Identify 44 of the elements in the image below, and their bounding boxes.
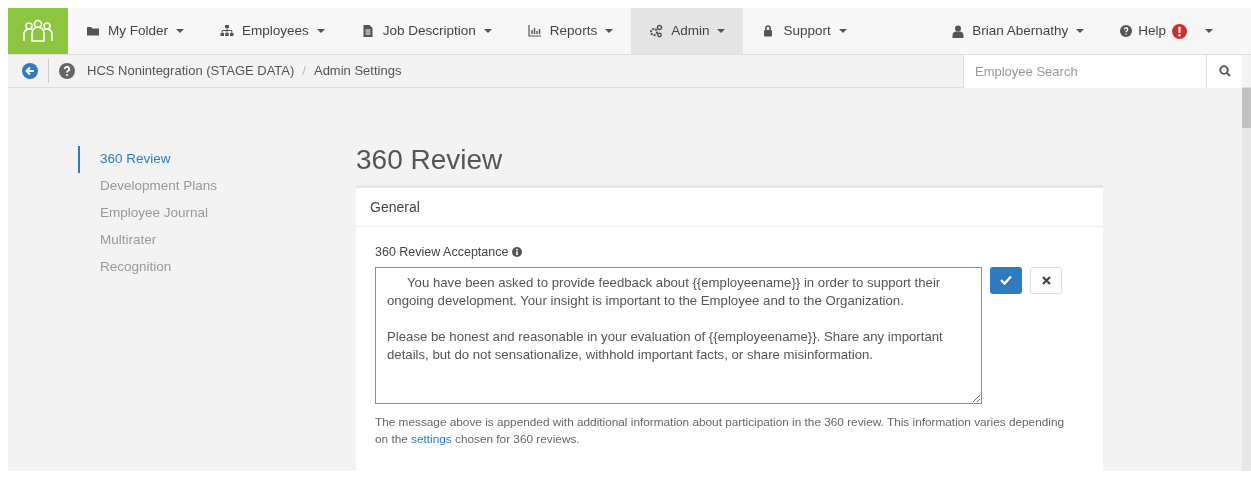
- folder-icon: [86, 24, 100, 38]
- scrollbar[interactable]: [1242, 88, 1251, 471]
- employee-search-field[interactable]: Employee Search: [963, 54, 1206, 88]
- search-icon: [1218, 65, 1231, 77]
- help-icon[interactable]: [59, 63, 75, 79]
- people-icon: [22, 19, 54, 43]
- info-icon: [512, 247, 523, 258]
- close-icon: [1041, 275, 1051, 285]
- sidebar-item[interactable]: 360 Review: [78, 146, 356, 173]
- caret-icon: [1076, 29, 1085, 33]
- help-icon: [1120, 25, 1133, 37]
- caret-icon: [1205, 29, 1213, 33]
- message-textarea[interactable]: You have been asked to provide feedback about {{employeename}} in order to support their ongoing development. Your insight is important to the Employee and to the Organization. Please be honest and reasonable in your evaluation of {{employeename}}. Share any important details, but do not sensationalize, withhold important facts, or share misinformation.: [375, 266, 982, 404]
- nav-menu-item[interactable]: Support: [743, 8, 865, 54]
- caret-icon: [717, 29, 726, 33]
- caret-icon: [316, 29, 325, 33]
- save-button[interactable]: [990, 266, 1022, 294]
- search-button[interactable]: [1206, 54, 1242, 88]
- nav-menu-item[interactable]: Employees: [202, 8, 343, 54]
- nav-menu-item[interactable]: Reports: [509, 8, 632, 54]
- user-menu[interactable]: Brian Abernathy: [934, 8, 1103, 54]
- field-label: 360 Review Acceptance: [375, 244, 509, 261]
- caret-icon: [838, 29, 847, 33]
- caret-icon: [483, 29, 492, 33]
- card-header: General: [370, 197, 420, 217]
- nav-menu-item[interactable]: Job Description: [342, 8, 510, 54]
- sitemap-icon: [220, 24, 234, 38]
- breadcrumb-item[interactable]: HCS Nonintegration (STAGE DATA): [87, 61, 295, 81]
- breadcrumb-item: Admin Settings: [313, 62, 402, 81]
- help-menu[interactable]: Help: [1102, 8, 1231, 54]
- user-icon: [952, 24, 965, 38]
- settings-link[interactable]: settings: [411, 431, 452, 446]
- cancel-button[interactable]: [1030, 266, 1062, 294]
- page-title: 360 Review: [356, 143, 504, 177]
- caret-icon: [176, 29, 184, 33]
- breadcrumb-separator: /: [302, 62, 306, 81]
- bar-chart-icon: [527, 24, 542, 38]
- nav-menu-item[interactable]: Admin: [631, 8, 744, 54]
- gears-icon: [649, 24, 664, 38]
- caret-icon: [605, 29, 614, 33]
- check-icon: [1000, 275, 1012, 286]
- nav-menu-item[interactable]: My Folder: [68, 8, 202, 54]
- back-arrow-icon[interactable]: [22, 63, 38, 79]
- help-text: The message above is appended with additional information about participation in the 360 review. This information varies depending on the settings chosen for 360 reviews.: [375, 413, 1065, 448]
